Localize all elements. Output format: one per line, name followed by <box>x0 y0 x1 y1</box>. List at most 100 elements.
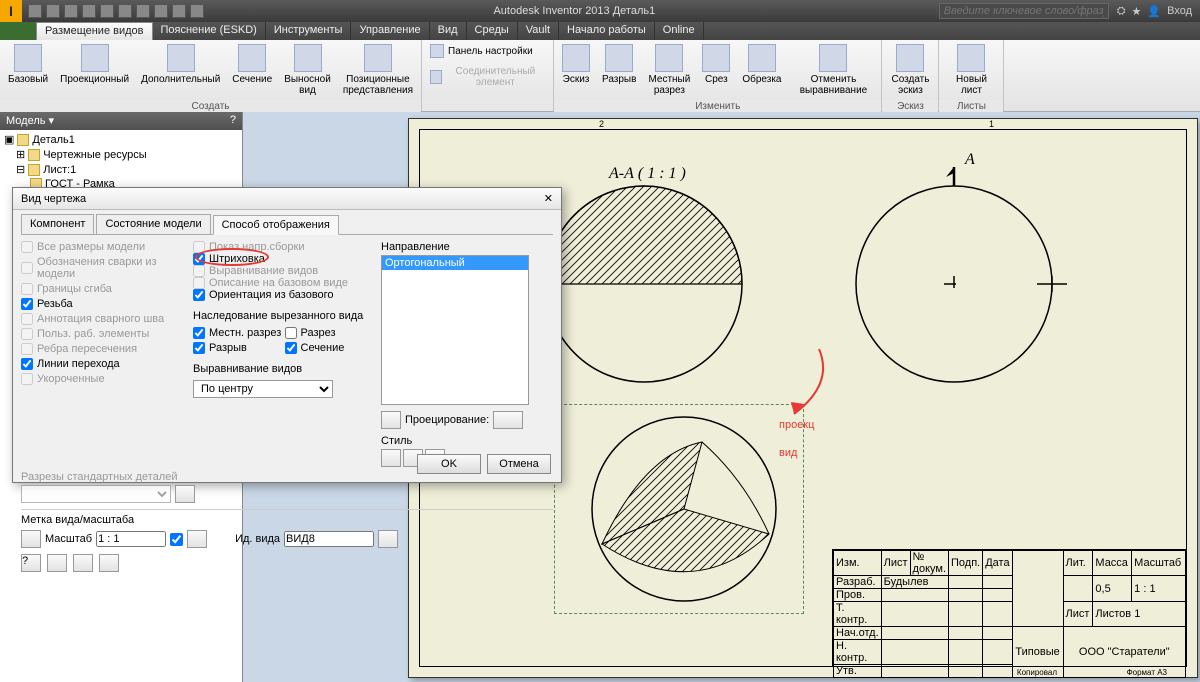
view-id-input[interactable] <box>284 531 374 547</box>
ok-button[interactable]: OK <box>417 454 481 474</box>
qat-btn[interactable] <box>82 4 96 18</box>
tree-sheet[interactable]: ⊟Лист:1 <box>2 162 240 177</box>
btn-break[interactable]: Разрыв <box>598 42 640 87</box>
btn-create-sketch[interactable]: Создать эскиз <box>886 42 934 98</box>
direction-panel: Направление Ортогональный Проецирование:… <box>381 241 529 467</box>
tab-environments[interactable]: Среды <box>467 22 518 40</box>
cancel-button[interactable]: Отмена <box>487 454 551 474</box>
ruler-mark: 1 <box>989 119 994 129</box>
qat-btn[interactable] <box>118 4 132 18</box>
close-icon[interactable]: ✕ <box>544 192 553 205</box>
check-option[interactable]: Разрез <box>285 327 374 339</box>
qat-btn[interactable] <box>172 4 186 18</box>
dialog-titlebar[interactable]: Вид чертежа ✕ <box>13 188 561 210</box>
tab-getstarted[interactable]: Начало работы <box>559 22 655 40</box>
title-block: Изм.Лист№ докум.Подп.ДатаЛит.МассаМасшта… <box>832 549 1187 667</box>
ruler-mark: 2 <box>599 119 604 129</box>
projected-icon <box>81 44 109 72</box>
proj-toggle-icon[interactable] <box>493 411 523 429</box>
projected-view[interactable] <box>554 404 804 614</box>
qat-btn[interactable] <box>28 4 42 18</box>
opt3-icon[interactable] <box>99 554 119 572</box>
btn-auxiliary[interactable]: Дополнительный <box>137 42 224 87</box>
btn-positional[interactable]: Позиционные представления <box>339 42 417 98</box>
btn-projected[interactable]: Проекционный <box>56 42 133 87</box>
section-view[interactable] <box>539 179 749 389</box>
mark-label: Метка вида/масштаба <box>21 514 553 526</box>
auxiliary-icon <box>167 44 195 72</box>
direction-list[interactable]: Ортогональный <box>381 255 529 405</box>
check-option: Границы сгиба <box>21 283 185 295</box>
btn-crop[interactable]: Обрезка <box>738 42 785 87</box>
btn-detail[interactable]: Выносной вид <box>280 42 335 98</box>
btn-breakout[interactable]: Местный разрез <box>644 42 694 98</box>
new-sheet-icon <box>957 44 985 72</box>
expand-icon[interactable]: ⊟ <box>16 163 25 176</box>
btn-section[interactable]: Сечение <box>228 42 276 87</box>
tab-vault[interactable]: Vault <box>518 22 559 40</box>
qat-btn[interactable] <box>46 4 60 18</box>
check-option[interactable]: Сечение <box>285 342 374 354</box>
std-parts-combo <box>21 485 171 503</box>
btn-new-sheet[interactable]: Новый лист <box>943 42 999 98</box>
file-menu[interactable] <box>0 22 36 40</box>
qat-btn[interactable] <box>154 4 168 18</box>
expand-icon[interactable]: ▣ <box>4 133 14 146</box>
break-icon <box>605 44 633 72</box>
pencil-icon[interactable] <box>378 530 398 548</box>
app-icon[interactable]: I <box>0 0 22 22</box>
positional-icon <box>364 44 392 72</box>
opt1-icon[interactable] <box>47 554 67 572</box>
qat-btn[interactable] <box>136 4 150 18</box>
tab-tools[interactable]: Инструменты <box>266 22 352 40</box>
scale-edit-icon[interactable] <box>187 530 207 548</box>
user-icon[interactable]: 👤 <box>1147 5 1161 18</box>
tab-component[interactable]: Компонент <box>21 214 94 234</box>
tab-view[interactable]: Вид <box>430 22 467 40</box>
tab-annotation[interactable]: Пояснение (ESKD) <box>153 22 266 40</box>
check-option[interactable]: Линии перехода <box>21 358 185 370</box>
tab-placement[interactable]: Размещение видов <box>36 22 153 40</box>
tree-root[interactable]: ▣Деталь1 <box>2 132 240 147</box>
detail-view[interactable] <box>839 159 1069 389</box>
login-label[interactable]: Вход <box>1167 5 1192 18</box>
qat-btn[interactable] <box>100 4 114 18</box>
dialog-buttons: OK Отмена <box>417 454 551 474</box>
browser-header[interactable]: Модель ▾ ? <box>0 112 242 130</box>
dialog-tabs: Компонент Состояние модели Способ отобра… <box>21 214 553 235</box>
help-icon[interactable]: ⛭ <box>1117 5 1126 18</box>
btn-base-view[interactable]: Базовый <box>4 42 52 87</box>
check-option[interactable]: Резьба <box>21 298 185 310</box>
dialog-body: Компонент Состояние модели Способ отобра… <box>13 210 561 580</box>
check-option: Польз. раб. элементы <box>21 328 185 340</box>
scale-lock-check[interactable] <box>170 533 183 546</box>
btn-sketch[interactable]: Эскиз <box>558 42 594 87</box>
check-option[interactable]: Разрыв <box>193 342 282 354</box>
tab-display-options[interactable]: Способ отображения <box>213 215 339 235</box>
check-option: Аннотация сварного шва <box>21 313 185 325</box>
style-hidden-icon[interactable] <box>381 449 401 467</box>
scale-input[interactable] <box>96 531 166 547</box>
align-combo[interactable]: По центру <box>193 380 333 398</box>
btn-break-alignment[interactable]: Отменить выравнивание <box>789 42 877 98</box>
qat-btn[interactable] <box>190 4 204 18</box>
proj-icon[interactable] <box>381 411 401 429</box>
direction-selected[interactable]: Ортогональный <box>382 256 528 270</box>
btn-slice[interactable]: Срез <box>698 42 734 87</box>
expand-icon[interactable]: ⊞ <box>16 148 25 161</box>
tab-manage[interactable]: Управление <box>351 22 429 40</box>
tab-online[interactable]: Оnline <box>655 22 704 40</box>
check-option[interactable]: Ориентация из базового <box>193 289 373 301</box>
lamp-icon[interactable] <box>21 530 41 548</box>
help-icon[interactable]: ? <box>21 554 41 572</box>
search-input[interactable] <box>939 3 1109 19</box>
std-reset-icon[interactable] <box>175 485 195 503</box>
check-option[interactable]: Местн. разрез <box>193 327 282 339</box>
browser-help-icon[interactable]: ? <box>230 114 236 128</box>
btn-panel-settings[interactable]: Панель настройки <box>426 42 537 60</box>
tab-model-state[interactable]: Состояние модели <box>96 214 210 234</box>
qat-btn[interactable] <box>64 4 78 18</box>
opt2-icon[interactable] <box>73 554 93 572</box>
tree-resources[interactable]: ⊞Чертежные ресурсы <box>2 147 240 162</box>
star-icon[interactable]: ★ <box>1132 5 1142 18</box>
